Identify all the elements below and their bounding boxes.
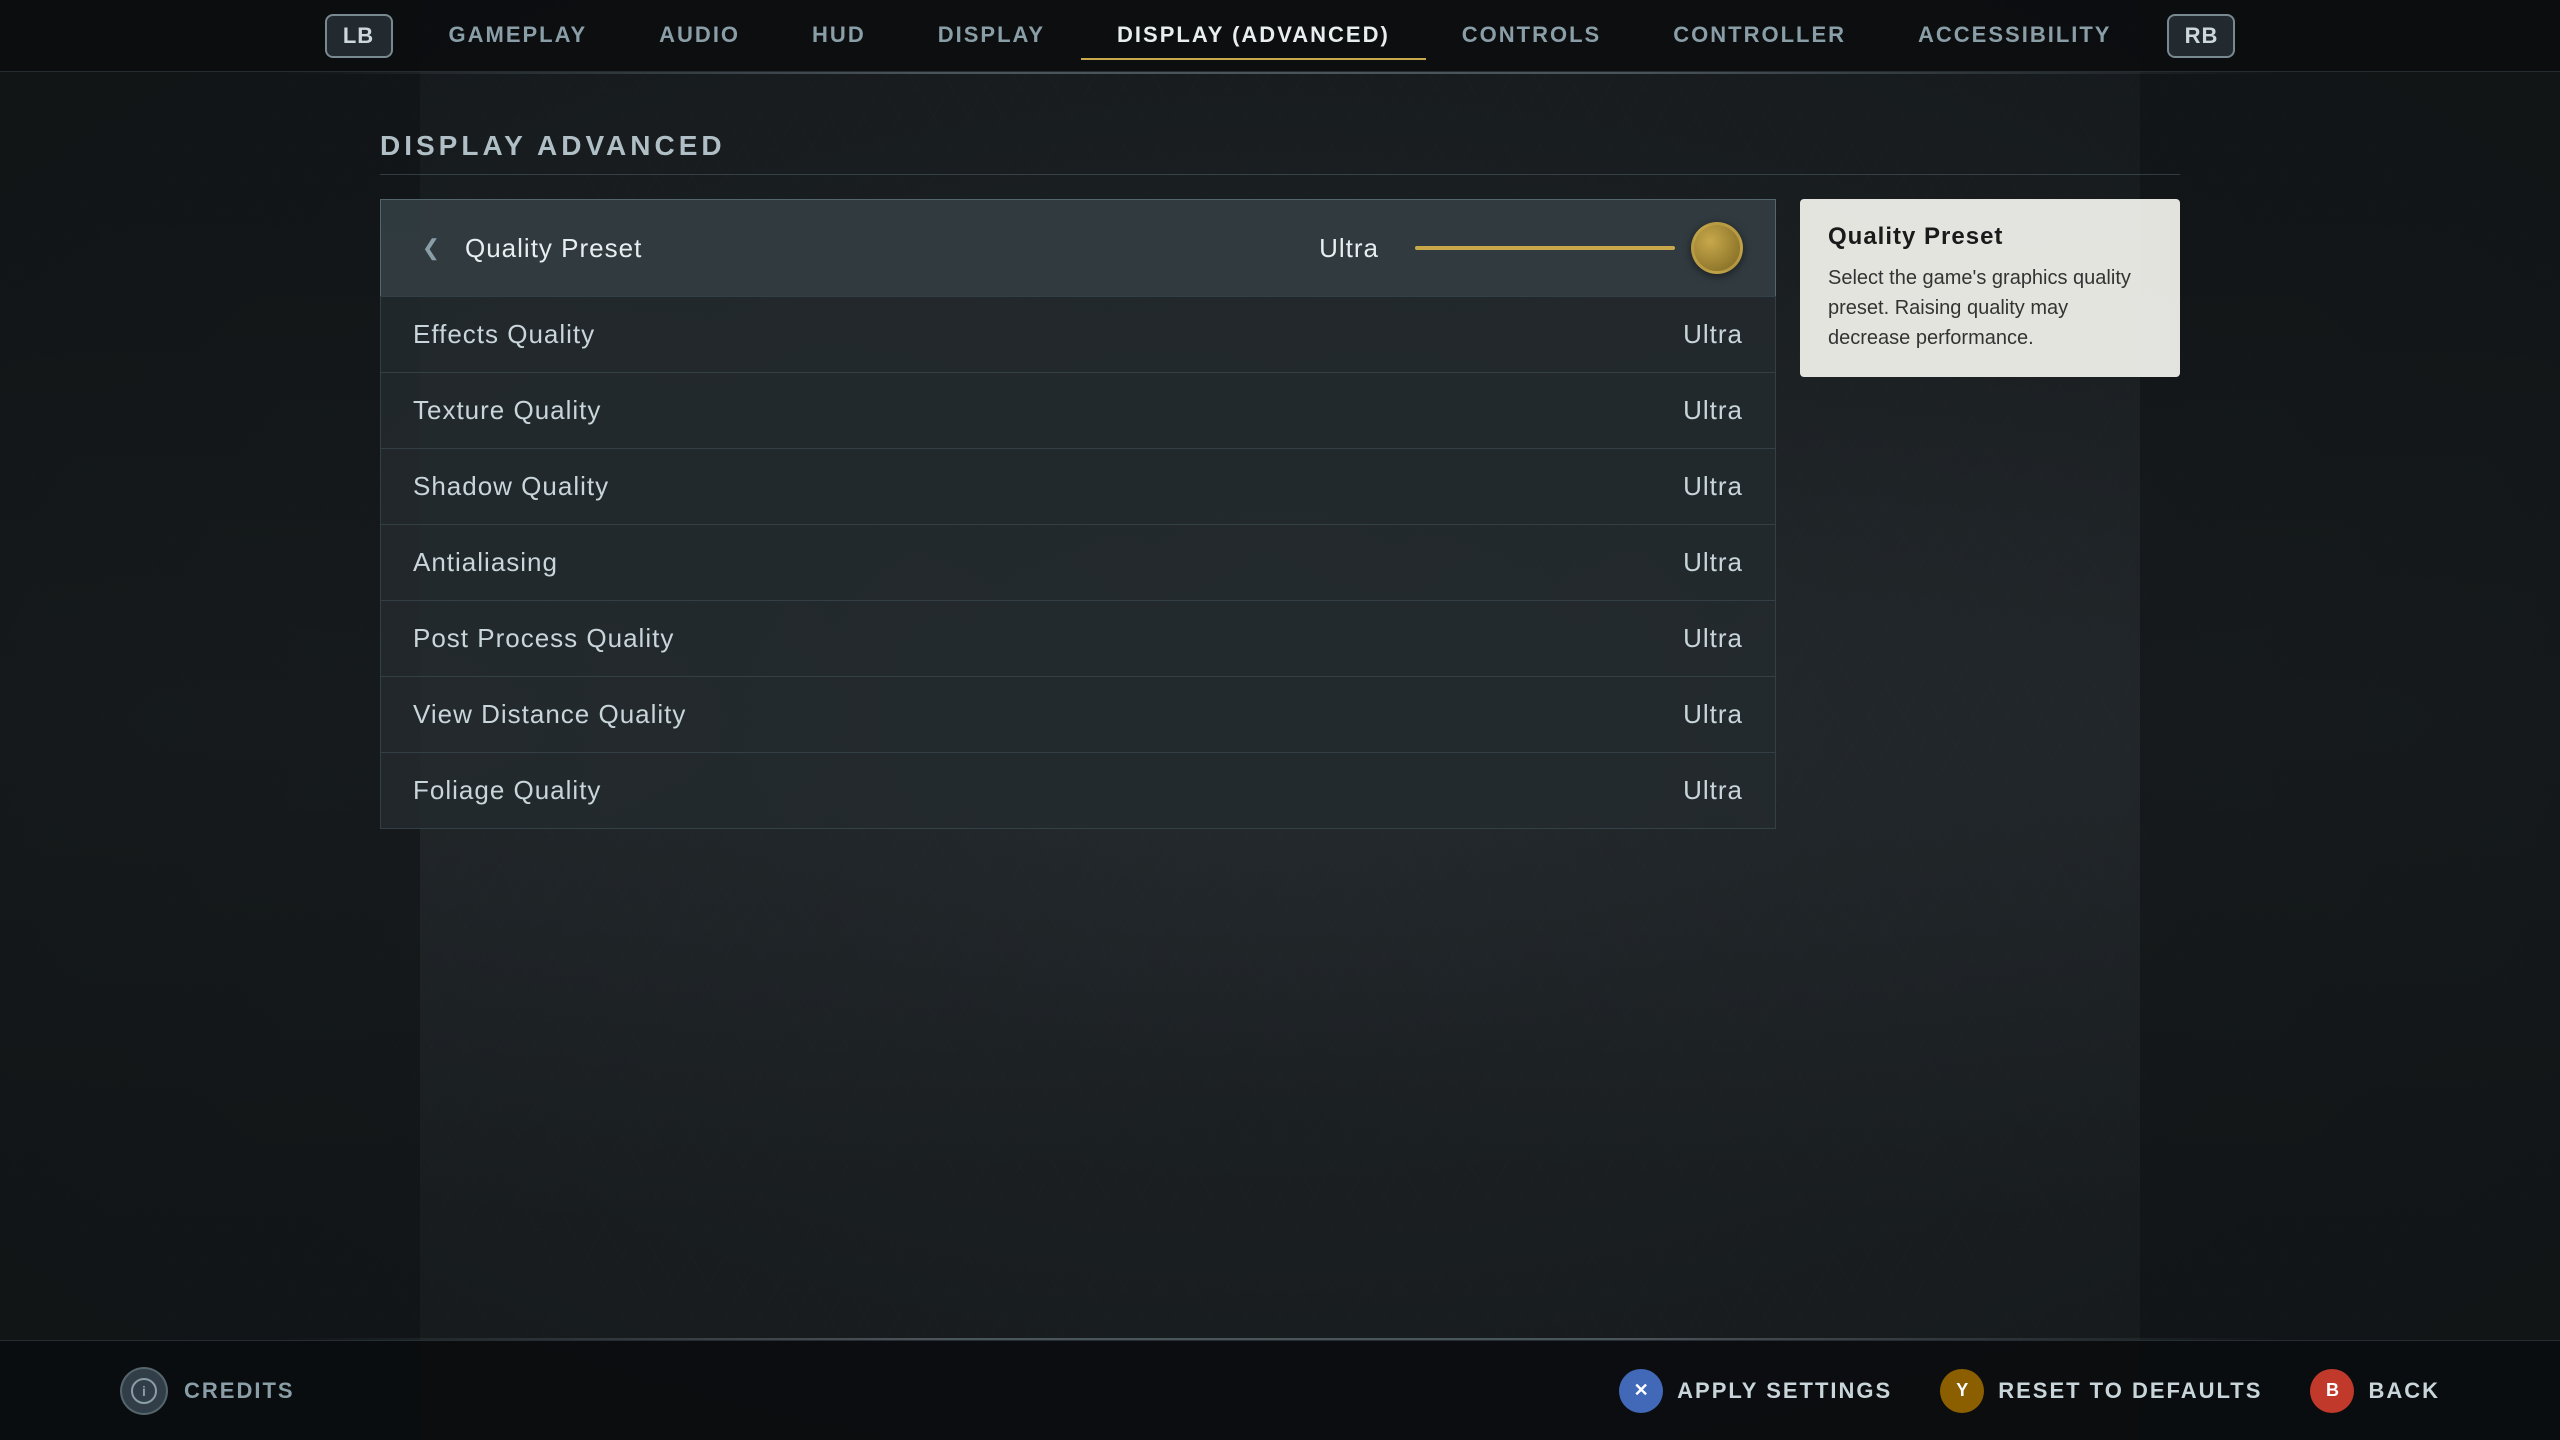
setting-row-left: Texture Quality	[413, 395, 601, 426]
arrow-left-icon[interactable]: ❮	[413, 230, 449, 266]
svg-text:i: i	[142, 1383, 146, 1399]
setting-row-texture-quality[interactable]: Texture Quality Ultra	[380, 372, 1776, 448]
apply-settings-label: APPLY SETTINGS	[1677, 1378, 1892, 1404]
setting-row-quality-preset[interactable]: ❮ Quality Preset Ultra	[380, 199, 1776, 296]
setting-row-view-distance-quality[interactable]: View Distance Quality Ultra	[380, 676, 1776, 752]
setting-value-texture-quality: Ultra	[1683, 395, 1743, 426]
tab-controls[interactable]: CONTROLS	[1426, 12, 1637, 60]
setting-row-foliage-quality[interactable]: Foliage Quality Ultra	[380, 752, 1776, 829]
main-content: DISPLAY ADVANCED ❮ Quality Preset Ultra	[380, 90, 2180, 1340]
side-panel-right	[2140, 0, 2560, 1440]
preset-bar-container	[1415, 246, 1675, 250]
setting-value-shadow-quality: Ultra	[1683, 471, 1743, 502]
tab-display-advanced[interactable]: DISPLAY (ADVANCED)	[1081, 12, 1426, 60]
setting-row-left: Post Process Quality	[413, 623, 674, 654]
joystick-indicator	[1691, 222, 1743, 274]
bottom-bar: i CREDITS ✕ APPLY SETTINGS Y RESET TO DE…	[0, 1340, 2560, 1440]
setting-value-post-process-quality: Ultra	[1683, 623, 1743, 654]
x-button: ✕	[1619, 1369, 1663, 1413]
reset-defaults-action[interactable]: Y RESET TO DEFAULTS	[1940, 1369, 2262, 1413]
settings-list: ❮ Quality Preset Ultra Effects Quality U…	[380, 199, 1776, 829]
setting-row-left: View Distance Quality	[413, 699, 686, 730]
info-panel-title: Quality Preset	[1828, 223, 2152, 251]
credits-label[interactable]: CREDITS	[184, 1378, 295, 1404]
tab-controller[interactable]: CONTROLLER	[1637, 12, 1882, 60]
setting-name-view-distance-quality: View Distance Quality	[413, 699, 686, 730]
tab-gameplay[interactable]: GAMEPLAY	[413, 12, 624, 60]
nav-tabs: GAMEPLAY AUDIO HUD DISPLAY DISPLAY (ADVA…	[413, 12, 2148, 60]
setting-row-right: Ultra	[1319, 222, 1743, 274]
setting-row-left: Foliage Quality	[413, 775, 601, 806]
back-action[interactable]: B BACK	[2310, 1369, 2440, 1413]
setting-row-antialiasing[interactable]: Antialiasing Ultra	[380, 524, 1776, 600]
setting-value-foliage-quality: Ultra	[1683, 775, 1743, 806]
setting-row-left: Effects Quality	[413, 319, 595, 350]
tab-audio[interactable]: AUDIO	[623, 12, 776, 60]
tab-accessibility[interactable]: ACCESSIBILITY	[1882, 12, 2147, 60]
setting-row-shadow-quality[interactable]: Shadow Quality Ultra	[380, 448, 1776, 524]
setting-name-texture-quality: Texture Quality	[413, 395, 601, 426]
rb-bumper[interactable]: RB	[2167, 14, 2235, 58]
preset-bar	[1415, 246, 1675, 250]
setting-value-effects-quality: Ultra	[1683, 319, 1743, 350]
setting-row-left: Antialiasing	[413, 547, 558, 578]
info-panel: Quality Preset Select the game's graphic…	[1800, 199, 2180, 377]
tab-hud[interactable]: HUD	[776, 12, 902, 60]
setting-value-quality-preset: Ultra	[1319, 233, 1379, 264]
back-label: BACK	[2368, 1378, 2440, 1404]
setting-row-effects-quality[interactable]: Effects Quality Ultra	[380, 296, 1776, 372]
bottom-right: ✕ APPLY SETTINGS Y RESET TO DEFAULTS B B…	[1619, 1369, 2440, 1413]
page-title: DISPLAY ADVANCED	[380, 130, 2180, 175]
setting-row-left: ❮ Quality Preset	[413, 230, 642, 266]
setting-name-antialiasing: Antialiasing	[413, 547, 558, 578]
bottom-left: i CREDITS	[120, 1367, 295, 1415]
setting-row-post-process-quality[interactable]: Post Process Quality Ultra	[380, 600, 1776, 676]
setting-name-foliage-quality: Foliage Quality	[413, 775, 601, 806]
side-panel-left	[0, 0, 420, 1440]
setting-name-quality-preset: Quality Preset	[465, 233, 642, 264]
credits-icon: i	[120, 1367, 168, 1415]
tab-display[interactable]: DISPLAY	[902, 12, 1081, 60]
setting-value-view-distance-quality: Ultra	[1683, 699, 1743, 730]
y-button: Y	[1940, 1369, 1984, 1413]
info-panel-description: Select the game's graphics quality prese…	[1828, 263, 2152, 353]
nav-line	[280, 72, 2280, 74]
setting-name-post-process-quality: Post Process Quality	[413, 623, 674, 654]
lb-bumper[interactable]: LB	[325, 14, 393, 58]
settings-container: ❮ Quality Preset Ultra Effects Quality U…	[380, 199, 2180, 829]
setting-name-shadow-quality: Shadow Quality	[413, 471, 609, 502]
setting-value-antialiasing: Ultra	[1683, 547, 1743, 578]
top-nav: LB GAMEPLAY AUDIO HUD DISPLAY DISPLAY (A…	[0, 0, 2560, 72]
setting-row-left: Shadow Quality	[413, 471, 609, 502]
b-button: B	[2310, 1369, 2354, 1413]
apply-settings-action[interactable]: ✕ APPLY SETTINGS	[1619, 1369, 1892, 1413]
setting-name-effects-quality: Effects Quality	[413, 319, 595, 350]
reset-defaults-label: RESET TO DEFAULTS	[1998, 1378, 2262, 1404]
